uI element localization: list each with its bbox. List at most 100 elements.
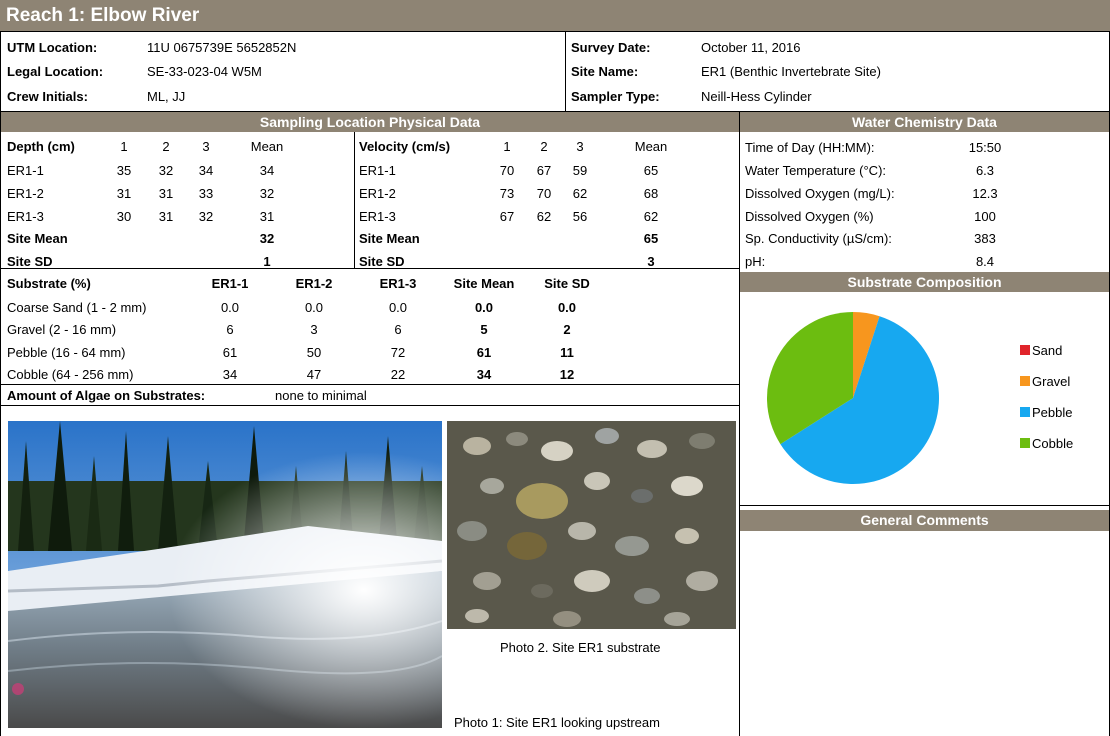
divider [739,111,740,736]
substrate-cell: 0.0 [474,300,494,315]
depth-cell: 33 [198,186,214,201]
depth-col-3: 3 [202,139,210,154]
photo1-caption: Photo 1: Site ER1 looking upstream [454,715,660,730]
utm-value: 11U 0675739E 5652852N [147,40,297,55]
sampler-type-value: Neill-Hess Cylinder [701,89,812,104]
depth-row-label: ER1-3 [7,209,44,224]
physical-data-header: Sampling Location Physical Data [1,112,739,132]
velocity-cell: 59 [572,163,588,178]
substrate-cell: 0.0 [557,300,577,315]
velocity-cell: 67 [536,163,552,178]
water-label: Water Temperature (°C): [745,163,887,178]
water-label: Time of Day (HH:MM): [745,140,875,155]
divider [740,505,1110,506]
substrate-cell: 50 [306,345,322,360]
velocity-cell: 62 [572,186,588,201]
divider [0,31,1110,32]
river-photo [8,421,442,728]
water-chemistry-header: Water Chemistry Data [740,112,1109,132]
substrate-cell: 72 [390,345,406,360]
depth-cell: 32 [259,186,275,201]
legend-label-cobble: Cobble [1032,436,1073,451]
legend-label-gravel: Gravel [1032,374,1070,389]
depth-cell: 31 [158,209,174,224]
algae-label: Amount of Algae on Substrates: [7,388,206,403]
legend-swatch-sand [1020,345,1030,355]
velocity-cell: 56 [572,209,588,224]
substrate-cell: 2 [563,322,571,337]
water-value: 15:50 [968,140,1002,155]
velocity-row-label: ER1-3 [359,209,396,224]
legend-swatch-gravel [1020,376,1030,386]
velocity-cell: 67 [499,209,515,224]
legal-label: Legal Location: [7,64,104,79]
depth-cell: 32 [198,209,214,224]
divider [0,405,740,406]
substrate-cell: 0.0 [304,300,324,315]
depth-cell: 34 [198,163,214,178]
velocity-col-1: 1 [503,139,511,154]
utm-label: UTM Location: [7,40,98,55]
substrate-cell: 47 [306,367,322,382]
photo2-caption: Photo 2. Site ER1 substrate [500,640,661,655]
divider [0,384,740,385]
page-title: Reach 1: Elbow River [0,0,1110,31]
depth-header: Depth (cm) [7,139,75,154]
velocity-cell: 62 [643,209,659,224]
site-name-label: Site Name: [571,64,639,79]
velocity-row-label: ER1-1 [359,163,396,178]
velocity-cell: 68 [643,186,659,201]
water-value: 383 [974,231,996,246]
legend-label-pebble: Pebble [1032,405,1072,420]
substrate-cell: 12 [559,367,575,382]
sampler-type-label: Sampler Type: [571,89,660,104]
velocity-site-mean: 65 [643,231,659,246]
water-label: pH: [745,254,766,269]
divider [565,31,566,111]
survey-date-value: October 11, 2016 [701,40,801,55]
substrate-col: ER1-1 [211,276,249,291]
depth-row-label: ER1-2 [7,186,44,201]
velocity-col-mean: Mean [634,139,668,154]
substrate-cell: 61 [476,345,492,360]
substrate-col: ER1-2 [295,276,333,291]
depth-cell: 31 [158,186,174,201]
divider [354,132,355,268]
velocity-row-label: ER1-2 [359,186,396,201]
legend-swatch-cobble [1020,438,1030,448]
depth-col-mean: Mean [250,139,284,154]
depth-cell: 31 [116,186,132,201]
crew-value: ML, JJ [147,89,186,104]
depth-cell: 31 [259,209,275,224]
survey-date-label: Survey Date: [571,40,651,55]
depth-cell: 34 [259,163,275,178]
substrate-col: Site Mean [453,276,515,291]
depth-cell: 30 [116,209,132,224]
site-name-value: ER1 (Benthic Invertebrate Site) [701,64,881,79]
substrate-header: Substrate (%) [7,276,91,291]
algae-value: none to minimal [275,388,367,403]
legend-label-sand: Sand [1032,343,1062,358]
substrate-row-label: Coarse Sand (1 - 2 mm) [7,300,147,315]
water-value: 6.3 [975,163,995,178]
substrate-cell: 0.0 [388,300,408,315]
substrate-col: Site SD [544,276,590,291]
substrate-cell: 5 [480,322,488,337]
substrate-cell: 22 [390,367,406,382]
velocity-header: Velocity (cm/s) [359,139,451,154]
substrate-cell: 6 [394,322,402,337]
divider [0,268,740,269]
depth-row-label: ER1-1 [7,163,44,178]
velocity-site-mean-label: Site Mean [359,231,420,246]
legal-value: SE-33-023-04 W5M [147,64,262,79]
substrate-composition-header: Substrate Composition [740,272,1109,292]
velocity-cell: 62 [536,209,552,224]
crew-label: Crew Initials: [7,89,88,104]
velocity-cell: 73 [499,186,515,201]
water-value: 8.4 [975,254,995,269]
substrate-row-label: Cobble (64 - 256 mm) [7,367,134,382]
velocity-cell: 70 [499,163,515,178]
depth-cell: 32 [158,163,174,178]
water-value: 12.3 [972,186,998,201]
velocity-cell: 65 [643,163,659,178]
